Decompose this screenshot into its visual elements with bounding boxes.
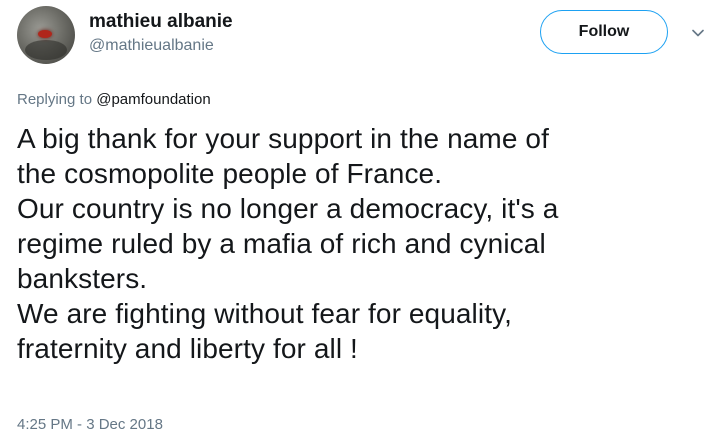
- tweet-text-line: the cosmopolite people of France.: [17, 158, 443, 189]
- tweet-timestamp[interactable]: 4:25 PM - 3 Dec 2018: [17, 416, 163, 433]
- tweet-text-line: Our country is no longer a democracy, it…: [17, 193, 559, 224]
- tweet-text-line: banksters.: [17, 263, 148, 294]
- tweet-text-line: A big thank for your support in the name…: [17, 123, 549, 154]
- reply-mention-link[interactable]: @pamfoundation: [96, 91, 210, 108]
- tweet-text-line: regime ruled by a mafia of rich and cyni…: [17, 228, 546, 259]
- avatar-detail: [38, 30, 52, 38]
- avatar-shade: [25, 40, 67, 60]
- tweet-text: A big thank for your support in the name…: [17, 121, 712, 366]
- reply-prefix: Replying to: [17, 91, 93, 108]
- reply-context: Replying to @pamfoundation: [17, 91, 211, 108]
- author-handle[interactable]: @mathieualbanie: [89, 37, 214, 55]
- author-name[interactable]: mathieu albanie: [89, 11, 233, 33]
- tweet-text-line: fraternity and liberty for all !: [17, 333, 358, 364]
- tweet-card: mathieu albanie @mathieualbanie Follow R…: [0, 0, 720, 441]
- avatar[interactable]: [17, 6, 75, 64]
- follow-button[interactable]: Follow: [540, 10, 668, 54]
- tweet-text-line: We are fighting without fear for equalit…: [17, 298, 512, 329]
- chevron-down-icon[interactable]: [692, 27, 704, 39]
